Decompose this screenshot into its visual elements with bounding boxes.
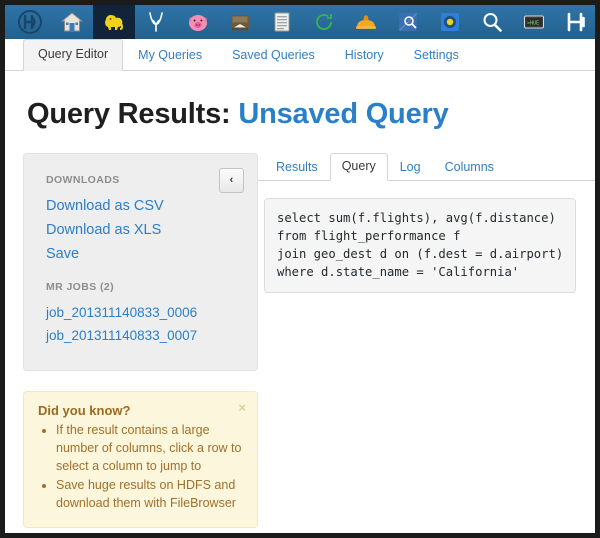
tab-query-editor[interactable]: Query Editor (23, 39, 124, 71)
alert-title: Did you know? (38, 403, 131, 418)
hive-beeswax-elephant-icon[interactable] (93, 5, 135, 39)
result-tab-strip: Results Query Log Columns (258, 153, 595, 181)
page-tab-strip: Query Editor My Queries Saved Queries Hi… (5, 39, 595, 71)
hdfs-icon[interactable] (555, 5, 595, 39)
metastore-icon[interactable] (387, 5, 429, 39)
did-you-know-alert: × Did you know? If the result contains a… (23, 391, 258, 528)
page-title-prefix: Query Results: (27, 98, 231, 130)
browser-window-frame: >HUE Query Editor My Queries Saved Queri… (0, 0, 600, 538)
hue-logo-icon[interactable] (9, 5, 51, 39)
tab-columns[interactable]: Columns (433, 154, 506, 181)
tab-query[interactable]: Query (329, 153, 388, 181)
tab-my-queries[interactable]: My Queries (123, 40, 217, 71)
pig-icon[interactable] (177, 5, 219, 39)
sql-query-display: select sum(f.flights), avg(f.distance) f… (264, 198, 576, 293)
tab-history[interactable]: History (330, 40, 399, 71)
page-title: Query Results: Unsaved Query (27, 97, 595, 131)
page-title-query-name: Unsaved Query (238, 98, 449, 130)
svg-text:>HUE: >HUE (527, 20, 539, 26)
mr-jobs-label: MR JOBS (2) (46, 281, 114, 293)
right-column: Results Query Log Columns select sum(f.f… (258, 153, 595, 293)
impala-icon[interactable] (135, 5, 177, 39)
chevron-left-icon: ‹ (229, 174, 234, 186)
close-icon[interactable]: × (238, 401, 246, 414)
list-item: Save huge results on HDFS and download t… (56, 476, 243, 512)
tab-results[interactable]: Results (264, 154, 330, 181)
oozie-icon[interactable] (303, 5, 345, 39)
hue-shell-icon[interactable]: >HUE (513, 5, 555, 39)
alert-tip-list: If the result contains a large number of… (38, 421, 243, 512)
file-browser-icon[interactable] (219, 5, 261, 39)
hbase-icon[interactable] (429, 5, 471, 39)
tab-saved-queries[interactable]: Saved Queries (217, 40, 330, 71)
app-navbar: >HUE (5, 5, 595, 39)
home-icon[interactable] (51, 5, 93, 39)
tab-settings[interactable]: Settings (399, 40, 474, 71)
downloads-panel: ‹ DOWNLOADS Download as CSV Download as … (23, 153, 258, 371)
download-xls-link[interactable]: Download as XLS (46, 219, 241, 241)
search-icon[interactable] (471, 5, 513, 39)
downloads-label: DOWNLOADS (46, 174, 120, 186)
left-column: ‹ DOWNLOADS Download as CSV Download as … (5, 153, 258, 528)
list-item: If the result contains a large number of… (56, 421, 243, 475)
collapse-panel-button[interactable]: ‹ (219, 168, 244, 193)
save-link[interactable]: Save (46, 243, 241, 265)
download-csv-link[interactable]: Download as CSV (46, 195, 241, 217)
tab-log[interactable]: Log (388, 154, 433, 181)
mr-job-link[interactable]: job_201311140833_0007 (46, 325, 241, 346)
mr-job-link[interactable]: job_201311140833_0006 (46, 302, 241, 323)
page-body: ‹ DOWNLOADS Download as CSV Download as … (5, 153, 595, 528)
page-viewport: >HUE Query Editor My Queries Saved Queri… (5, 5, 595, 533)
job-browser-icon[interactable] (261, 5, 303, 39)
job-designer-hardhat-icon[interactable] (345, 5, 387, 39)
